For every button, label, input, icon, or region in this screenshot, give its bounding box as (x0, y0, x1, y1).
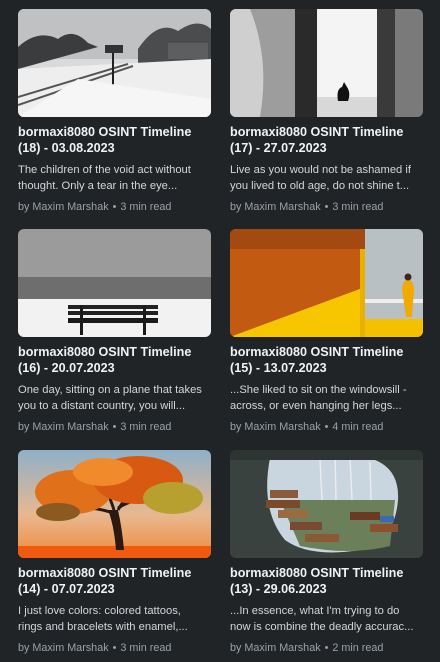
post-meta: by Maxim Marshak • 3 min read (230, 200, 424, 214)
post-read-time: 3 min read (332, 201, 384, 213)
post-meta: by Maxim Marshak • 3 min read (18, 420, 212, 434)
post-excerpt-line: I just love colors: colored tattoos, (18, 605, 181, 617)
post-meta: by Maxim Marshak • 3 min read (18, 200, 212, 214)
meta-separator: • (324, 201, 329, 213)
meta-separator: • (112, 201, 117, 213)
post-author: by Maxim Marshak (230, 421, 321, 433)
post-read-time: 3 min read (120, 642, 172, 654)
post-excerpt-line: rings and bracelets with enamel,... (18, 621, 188, 633)
post-card[interactable]: bormaxi8080 OSINT Timeline (18) - 03.08.… (18, 9, 212, 214)
post-excerpt: ...In essence, what I'm trying to do now… (230, 603, 424, 635)
post-meta: by Maxim Marshak • 3 min read (18, 641, 212, 655)
post-title-line[interactable]: bormaxi8080 OSINT Timeline (18, 124, 212, 140)
post-excerpt: I just love colors: colored tattoos, rin… (18, 603, 212, 635)
post-excerpt-line: One day, sitting on a plane that takes (18, 384, 202, 396)
post-excerpt-line: ...In essence, what I'm trying to do (230, 605, 400, 617)
post-excerpt: The children of the void act without tho… (18, 162, 212, 194)
post-title[interactable]: bormaxi8080 OSINT Timeline (15) - 13.07.… (230, 344, 424, 376)
post-excerpt-line: across, or even hanging her legs... (230, 400, 402, 412)
post-title-line[interactable]: (13) - 29.06.2023 (230, 581, 424, 597)
post-meta: by Maxim Marshak • 2 min read (230, 641, 424, 655)
post-title[interactable]: bormaxi8080 OSINT Timeline (14) - 07.07.… (18, 565, 212, 597)
post-title-line[interactable]: (16) - 20.07.2023 (18, 360, 212, 376)
post-title[interactable]: bormaxi8080 OSINT Timeline (13) - 29.06.… (230, 565, 424, 597)
post-author: by Maxim Marshak (18, 421, 109, 433)
post-excerpt: ...She liked to sit on the windowsill - … (230, 382, 424, 414)
post-excerpt-line: Live as you would not be ashamed if (230, 164, 411, 176)
broken-brick-wall-photo[interactable] (230, 450, 423, 558)
post-title[interactable]: bormaxi8080 OSINT Timeline (18) - 03.08.… (18, 124, 212, 156)
post-title[interactable]: bormaxi8080 OSINT Timeline (16) - 20.07.… (18, 344, 212, 376)
post-author: by Maxim Marshak (230, 201, 321, 213)
post-title-line[interactable]: bormaxi8080 OSINT Timeline (230, 344, 424, 360)
post-title-line[interactable]: bormaxi8080 OSINT Timeline (230, 124, 424, 140)
post-excerpt-line: you to a distant country, you will... (18, 400, 186, 412)
post-meta: by Maxim Marshak • 4 min read (230, 420, 424, 434)
post-excerpt-line: thought. Only a tear in the eye... (18, 180, 178, 192)
post-card[interactable]: bormaxi8080 OSINT Timeline (17) - 27.07.… (230, 9, 424, 214)
post-title-line[interactable]: (17) - 27.07.2023 (230, 140, 424, 156)
meta-separator: • (324, 642, 329, 654)
cat-in-doorway-photo[interactable] (230, 9, 423, 117)
post-card[interactable]: bormaxi8080 OSINT Timeline (13) - 29.06.… (230, 450, 424, 655)
post-title-line[interactable]: bormaxi8080 OSINT Timeline (18, 344, 212, 360)
post-excerpt-line: The children of the void act without (18, 164, 191, 176)
post-excerpt-line: now is combine the deadly accurac... (230, 621, 414, 633)
post-title[interactable]: bormaxi8080 OSINT Timeline (17) - 27.07.… (230, 124, 424, 156)
post-card[interactable]: bormaxi8080 OSINT Timeline (15) - 13.07.… (230, 229, 424, 434)
post-excerpt: One day, sitting on a plane that takes y… (18, 382, 212, 414)
post-author: by Maxim Marshak (18, 201, 109, 213)
post-author: by Maxim Marshak (18, 642, 109, 654)
post-excerpt-line: ...She liked to sit on the windowsill - (230, 384, 407, 396)
post-excerpt: Live as you would not be ashamed if you … (230, 162, 424, 194)
post-title-line[interactable]: bormaxi8080 OSINT Timeline (18, 565, 212, 581)
orange-tree-photo[interactable] (18, 450, 211, 558)
post-read-time: 3 min read (120, 201, 172, 213)
meta-separator: • (112, 642, 117, 654)
post-grid: bormaxi8080 OSINT Timeline (18) - 03.08.… (0, 0, 440, 662)
post-read-time: 2 min read (332, 642, 384, 654)
post-read-time: 4 min read (332, 421, 384, 433)
bench-by-sea-photo[interactable] (18, 229, 211, 337)
post-title-line[interactable]: bormaxi8080 OSINT Timeline (230, 565, 424, 581)
post-excerpt-line: you lived to old age, do not shine t... (230, 180, 410, 192)
post-author: by Maxim Marshak (230, 642, 321, 654)
post-card[interactable]: bormaxi8080 OSINT Timeline (14) - 07.07.… (18, 450, 212, 655)
yellow-balcony-photo[interactable] (230, 229, 423, 337)
post-title-line[interactable]: (15) - 13.07.2023 (230, 360, 424, 376)
snowy-railway-photo[interactable] (18, 9, 211, 117)
meta-separator: • (112, 421, 117, 433)
post-card[interactable]: bormaxi8080 OSINT Timeline (16) - 20.07.… (18, 229, 212, 434)
post-read-time: 3 min read (120, 421, 172, 433)
post-title-line[interactable]: (18) - 03.08.2023 (18, 140, 212, 156)
meta-separator: • (324, 421, 329, 433)
post-title-line[interactable]: (14) - 07.07.2023 (18, 581, 212, 597)
